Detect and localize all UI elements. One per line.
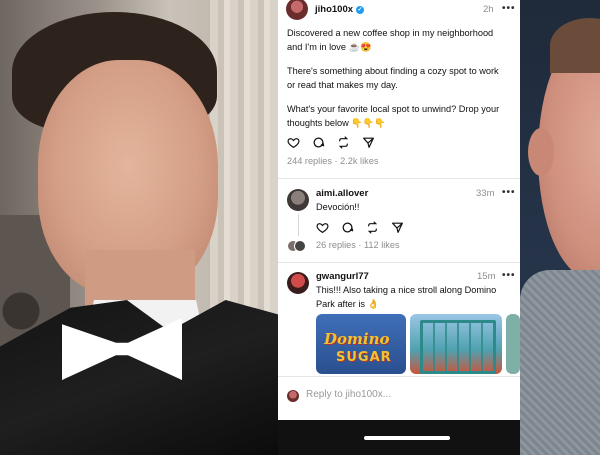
reply-time: 33m <box>476 188 495 199</box>
photo-structure <box>420 320 496 374</box>
right-photo <box>520 0 600 455</box>
post-author-handle-text[interactable]: jiho100x <box>315 4 353 15</box>
comment-icon[interactable] <box>340 220 354 234</box>
reply-text: Devoción!! <box>316 202 360 212</box>
post-paragraph-3: What's your favorite local spot to unwin… <box>287 104 500 128</box>
hair <box>550 18 600 73</box>
reply-author-avatar[interactable] <box>287 272 309 294</box>
post-paragraph-2: There's something about finding a cozy s… <box>287 66 499 90</box>
sweater <box>520 270 600 455</box>
reply-composer[interactable]: Reply to jiho100x... <box>278 376 520 415</box>
post-actions <box>286 135 375 149</box>
reply-input-placeholder[interactable]: Reply to jiho100x... <box>306 389 391 400</box>
threads-app-screen: jiho100x ✓ 2h ••• Discovered a new coffee… <box>278 0 520 455</box>
divider <box>278 178 520 179</box>
comment-icon[interactable] <box>311 135 325 149</box>
reply-actions <box>315 220 404 234</box>
reply-text: This!!! Also taking a nice stroll along … <box>316 285 497 309</box>
ear <box>528 128 554 176</box>
post-time: 2h <box>483 4 494 15</box>
thread-line <box>298 214 299 236</box>
reply-author-avatar[interactable] <box>287 189 309 211</box>
post-stats[interactable]: 244 replies · 2.2k likes <box>287 156 378 166</box>
reply-more-options-button[interactable]: ••• <box>502 187 516 198</box>
share-icon[interactable] <box>361 135 375 149</box>
reply-stats[interactable]: 26 replies · 112 likes <box>316 240 400 250</box>
left-photo <box>0 0 282 455</box>
reply-photo-partial[interactable] <box>506 314 520 374</box>
replier-avatar <box>294 240 306 252</box>
post-author-handle[interactable]: jiho100x ✓ <box>315 4 365 15</box>
reply-author-handle[interactable]: gwangurl77 <box>316 271 369 282</box>
home-indicator[interactable] <box>364 436 450 440</box>
heart-icon[interactable] <box>286 135 300 149</box>
photo-text: Domino <box>324 330 390 348</box>
reply-time: 15m <box>477 271 496 282</box>
reply-photo-park[interactable] <box>410 314 502 374</box>
composer-avatar <box>287 390 299 402</box>
post-more-options-button[interactable]: ••• <box>502 3 516 14</box>
reply-author-handle[interactable]: aimi.allover <box>316 188 368 199</box>
photo-text: SUGAR <box>336 350 392 365</box>
divider <box>278 262 520 263</box>
suit-jacket <box>0 300 282 455</box>
post-paragraph-1: Discovered a new coffee shop in my neigh… <box>287 28 494 52</box>
reply-photo-domino-sign[interactable]: Domino SUGAR <box>316 314 406 374</box>
share-icon[interactable] <box>390 220 404 234</box>
verified-badge-icon: ✓ <box>356 6 365 14</box>
reply-more-options-button[interactable]: ••• <box>502 270 516 281</box>
post-author-avatar[interactable] <box>286 0 308 20</box>
repost-icon[interactable] <box>365 220 379 234</box>
repost-icon[interactable] <box>336 135 350 149</box>
heart-icon[interactable] <box>315 220 329 234</box>
